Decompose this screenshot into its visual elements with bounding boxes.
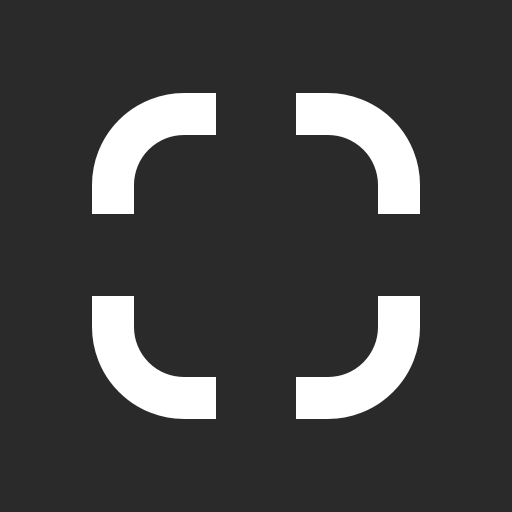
scan-frame-icon: [0, 0, 512, 512]
app-icon: [0, 0, 512, 512]
icon-background: [0, 0, 512, 512]
